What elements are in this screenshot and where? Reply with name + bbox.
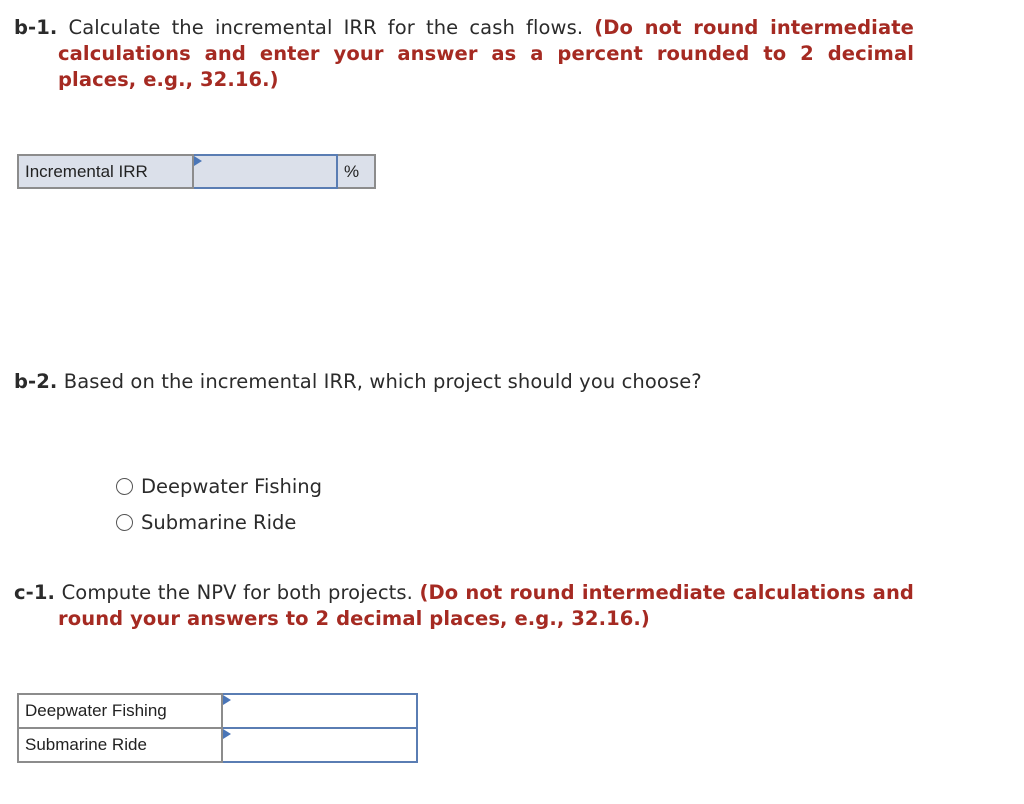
question-number: c-1. — [14, 581, 56, 604]
input-flag-icon — [194, 156, 202, 166]
question-prompt: Based on the incremental IRR, which proj… — [63, 370, 702, 393]
npv-table: Deepwater Fishing Submarine Ride — [17, 693, 418, 763]
question-prompt: Calculate the incremental IRR for the ca… — [68, 16, 584, 39]
question-b1-text: b-1. Calculate the incremental IRR for t… — [14, 15, 914, 93]
project-choice-radio-group: Deepwater Fishing Submarine Ride — [116, 468, 322, 540]
radio-button-icon[interactable] — [116, 477, 133, 495]
npv-input-submarine-ride[interactable] — [223, 729, 416, 761]
table-row: Incremental IRR % — [17, 154, 376, 189]
table-row: Submarine Ride — [17, 727, 418, 763]
radio-label[interactable]: Deepwater Fishing — [141, 475, 322, 498]
incremental-irr-cell[interactable] — [192, 154, 338, 189]
npv-cell-deepwater-fishing[interactable] — [221, 693, 418, 729]
radio-option-deepwater-fishing[interactable]: Deepwater Fishing — [116, 468, 322, 504]
radio-label[interactable]: Submarine Ride — [141, 511, 296, 534]
incremental-irr-label: Incremental IRR — [17, 154, 194, 189]
question-prompt: Compute the NPV for both projects. — [61, 581, 413, 604]
radio-button-icon[interactable] — [116, 513, 133, 531]
question-number: b-2. — [14, 370, 58, 393]
input-flag-icon — [223, 729, 231, 739]
npv-label-submarine-ride: Submarine Ride — [17, 727, 223, 763]
question-c1-text: c-1. Compute the NPV for both projects. … — [14, 580, 914, 632]
question-number: b-1. — [14, 16, 58, 39]
incremental-irr-input[interactable] — [194, 156, 336, 187]
npv-label-deepwater-fishing: Deepwater Fishing — [17, 693, 223, 729]
question-c1: c-1. Compute the NPV for both projects. … — [14, 580, 914, 632]
question-b2-text: b-2. Based on the incremental IRR, which… — [14, 369, 914, 395]
input-flag-icon — [223, 695, 231, 705]
npv-cell-submarine-ride[interactable] — [221, 727, 418, 763]
incremental-irr-table: Incremental IRR % — [17, 154, 376, 189]
question-b2: b-2. Based on the incremental IRR, which… — [14, 369, 914, 395]
radio-option-submarine-ride[interactable]: Submarine Ride — [116, 504, 322, 540]
table-row: Deepwater Fishing — [17, 693, 418, 729]
npv-input-deepwater-fishing[interactable] — [223, 695, 416, 727]
question-b1: b-1. Calculate the incremental IRR for t… — [14, 15, 914, 93]
percent-unit: % — [336, 154, 376, 189]
